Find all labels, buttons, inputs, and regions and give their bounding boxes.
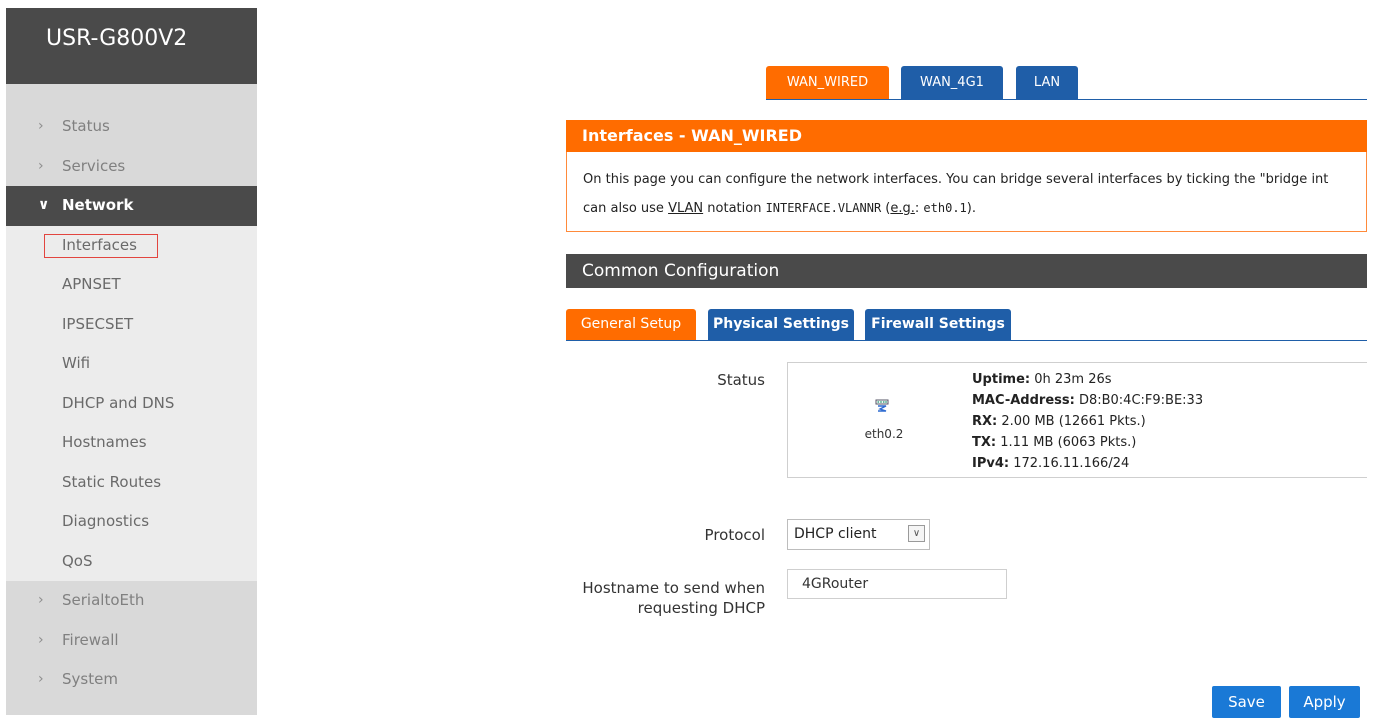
chevron-right-icon: › <box>38 118 44 134</box>
sidebar-subitem-wifi[interactable]: Wifi <box>6 344 257 384</box>
description-box: On this page you can configure the netwo… <box>566 152 1367 232</box>
status-details: Uptime: 0h 23m 26s MAC-Address: D8:B0:4C… <box>972 369 1203 474</box>
sidebar-subitem-label: Diagnostics <box>62 512 150 530</box>
chevron-right-icon: › <box>38 671 44 687</box>
tab-wan-4g1[interactable]: WAN_4G1 <box>901 66 1003 99</box>
sidebar-menu: › Status › Services ∨ Network Interfaces… <box>6 107 257 700</box>
protocol-select[interactable]: DHCP client ∨ <box>787 519 930 550</box>
sidebar-item-system[interactable]: › System <box>6 660 257 700</box>
sidebar-subitem-dhcp-dns[interactable]: DHCP and DNS <box>6 383 257 423</box>
sidebar-subitem-apnset[interactable]: APNSET <box>6 265 257 305</box>
sidebar-subitem-label: QoS <box>62 551 93 570</box>
rx-row: RX: 2.00 MB (12661 Pkts.) <box>972 414 1146 429</box>
uptime-row: Uptime: 0h 23m 26s <box>972 372 1112 387</box>
sidebar-item-serialtoeth[interactable]: › SerialtoEth <box>6 581 257 621</box>
vlan-abbr: VLAN <box>668 201 704 216</box>
description-line-1: On this page you can configure the netwo… <box>583 172 1329 187</box>
chevron-down-icon[interactable]: ∨ <box>908 525 925 542</box>
tab-physical-settings[interactable]: Physical Settings <box>708 309 854 340</box>
hostname-input[interactable]: 4GRouter <box>787 569 1007 599</box>
sidebar-subitem-qos[interactable]: QoS <box>6 541 257 581</box>
sidebar-item-label: Services <box>62 156 126 175</box>
sidebar-subitem-label: IPSECSET <box>62 314 134 333</box>
sidebar-subitem-label: APNSET <box>62 275 121 293</box>
ipv4-row: IPv4: 172.16.11.166/24 <box>972 456 1130 471</box>
tab-general-setup[interactable]: General Setup <box>566 309 696 340</box>
sidebar-item-firewall[interactable]: › Firewall <box>6 621 257 661</box>
sidebar-subitem-hostnames[interactable]: Hostnames <box>6 423 257 463</box>
sidebar: USR-G800V2 › Status › Services ∨ Network… <box>6 8 257 715</box>
tab-firewall-settings[interactable]: Firewall Settings <box>865 309 1011 340</box>
tx-row: TX: 1.11 MB (6063 Pkts.) <box>972 435 1137 450</box>
protocol-label: Protocol <box>704 526 765 544</box>
protocol-value: DHCP client <box>794 526 877 542</box>
eg-abbr: e.g. <box>890 201 915 216</box>
mac-row: MAC-Address: D8:B0:4C:F9:BE:33 <box>972 393 1204 408</box>
sidebar-subitem-diagnostics[interactable]: Diagnostics <box>6 502 257 542</box>
sidebar-subitem-label: Static Routes <box>62 472 162 491</box>
page-title: Interfaces - WAN_WIRED <box>566 120 1367 152</box>
sidebar-item-label: Status <box>62 117 110 135</box>
sidebar-subitem-static-routes[interactable]: Static Routes <box>6 462 257 502</box>
status-label: Status <box>717 371 765 389</box>
sidebar-item-label: System <box>62 670 118 688</box>
chevron-right-icon: › <box>38 157 44 174</box>
config-tabs: General Setup Physical Settings Firewall… <box>566 309 1367 341</box>
sidebar-item-label: SerialtoEth <box>62 591 145 609</box>
brand-title: USR-G800V2 <box>6 8 257 84</box>
apply-button[interactable]: Apply <box>1289 686 1360 718</box>
tab-lan[interactable]: LAN <box>1016 66 1078 99</box>
sidebar-item-network[interactable]: ∨ Network <box>6 186 257 226</box>
sidebar-item-label: Firewall <box>62 630 119 649</box>
ethernet-port-icon <box>875 399 889 412</box>
sidebar-subitem-label: Wifi <box>62 354 91 372</box>
description-line-2: can also use VLAN notation INTERFACE.VLA… <box>583 201 976 216</box>
sidebar-subitem-label: Hostnames <box>62 433 147 451</box>
selection-highlight-box <box>44 233 158 258</box>
chevron-right-icon: › <box>38 631 44 648</box>
sidebar-item-services[interactable]: › Services <box>6 147 257 187</box>
interface-name: eth0.2 <box>864 427 904 441</box>
hostname-label: Hostname to send when requesting DHCP <box>582 579 765 617</box>
interface-tabs: WAN_WIRED WAN_4G1 LAN <box>766 66 1367 100</box>
chevron-right-icon: › <box>38 592 44 608</box>
sidebar-subitem-label: DHCP and DNS <box>62 393 175 412</box>
save-button[interactable]: Save <box>1212 686 1281 718</box>
sidebar-item-status[interactable]: › Status <box>6 107 257 147</box>
code-interface-vlannr: INTERFACE.VLANNR <box>765 201 882 215</box>
tab-wan-wired[interactable]: WAN_WIRED <box>766 66 889 99</box>
section-title: Common Configuration <box>566 254 1367 288</box>
sidebar-subitem-interfaces[interactable]: Interfaces <box>6 225 257 265</box>
code-eth0-1: eth0.1 <box>923 201 967 215</box>
sidebar-subitem-ipsecset[interactable]: IPSECSET <box>6 304 257 344</box>
status-panel: eth0.2 Uptime: 0h 23m 26s MAC-Address: D… <box>787 362 1367 478</box>
sidebar-item-label: Network <box>62 196 134 214</box>
chevron-down-icon: ∨ <box>38 197 50 213</box>
